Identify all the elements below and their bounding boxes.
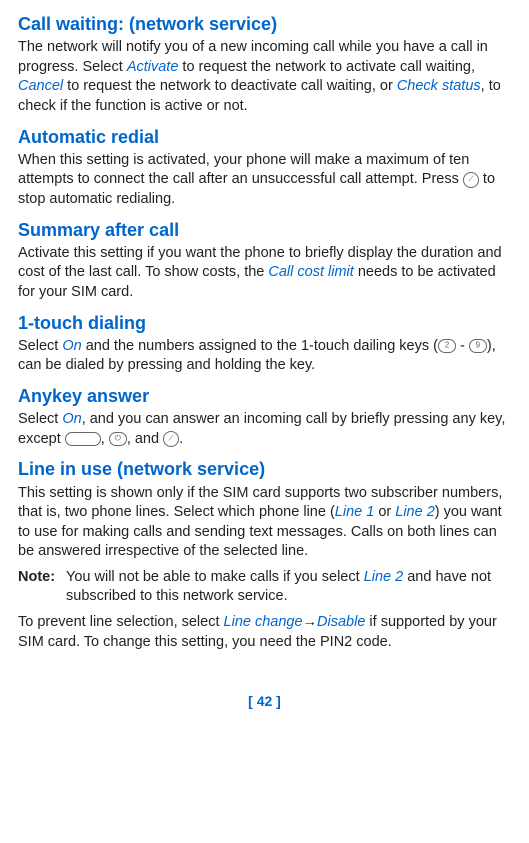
cancel-link: Cancel [18, 78, 63, 94]
summary-after-call-heading: Summary after call [18, 218, 511, 242]
call-waiting-paragraph: The network will notify you of a new inc… [18, 38, 511, 116]
note-text: You will not be able to make calls if yo… [66, 568, 511, 607]
line-change-link: Line change [224, 614, 303, 630]
line-1-link: Line 1 [335, 504, 375, 520]
line-in-use-paragraph: This setting is shown only if the SIM ca… [18, 484, 511, 562]
one-touch-dialing-paragraph: Select On and the numbers assigned to th… [18, 337, 511, 376]
anykey-answer-paragraph: Select On, and you can answer an incomin… [18, 410, 511, 449]
text-segment: When this setting is activated, your pho… [18, 152, 469, 188]
end-key-icon: ⟋ [163, 431, 179, 447]
call-waiting-heading: Call waiting: (network service) [18, 12, 511, 36]
key-2-icon: 2 [438, 339, 456, 353]
prevent-paragraph: To prevent line selection, select Line c… [18, 613, 511, 652]
text-segment: To prevent line selection, select [18, 614, 224, 630]
summary-after-call-paragraph: Activate this setting if you want the ph… [18, 244, 511, 303]
text-segment: to request the network to activate call … [178, 59, 475, 75]
text-segment: Select [18, 411, 62, 427]
arrow-icon: → [303, 614, 318, 630]
soft-key-icon [65, 432, 101, 446]
anykey-answer-heading: Anykey answer [18, 384, 511, 408]
text-segment: , [101, 431, 109, 447]
text-segment: Select [18, 338, 62, 354]
note-label: Note: [18, 568, 66, 607]
check-status-link: Check status [397, 78, 481, 94]
text-segment: , and [127, 431, 163, 447]
one-touch-dialing-heading: 1-touch dialing [18, 311, 511, 335]
note-block: Note: You will not be able to make calls… [18, 568, 511, 607]
end-key-icon: ⟋ [463, 172, 479, 188]
automatic-redial-paragraph: When this setting is activated, your pho… [18, 151, 511, 210]
text-segment: or [374, 504, 395, 520]
text-segment: to request the network to deactivate cal… [63, 78, 397, 94]
automatic-redial-heading: Automatic redial [18, 125, 511, 149]
on-link: On [62, 338, 81, 354]
line-2-link: Line 2 [395, 504, 435, 520]
power-key-icon: ⏻ [109, 432, 127, 446]
text-segment: . [179, 431, 183, 447]
text-segment: You will not be able to make calls if yo… [66, 569, 364, 585]
line-in-use-heading: Line in use (network service) [18, 457, 511, 481]
text-segment: and the numbers assigned to the 1-touch … [82, 338, 438, 354]
key-9-icon: 9 [469, 339, 487, 353]
text-segment: - [456, 338, 469, 354]
on-link: On [62, 411, 81, 427]
disable-link: Disable [317, 614, 365, 630]
activate-link: Activate [127, 59, 179, 75]
page-number: [ 42 ] [18, 692, 511, 711]
line-2-link: Line 2 [364, 569, 404, 585]
call-cost-limit-link: Call cost limit [268, 264, 353, 280]
